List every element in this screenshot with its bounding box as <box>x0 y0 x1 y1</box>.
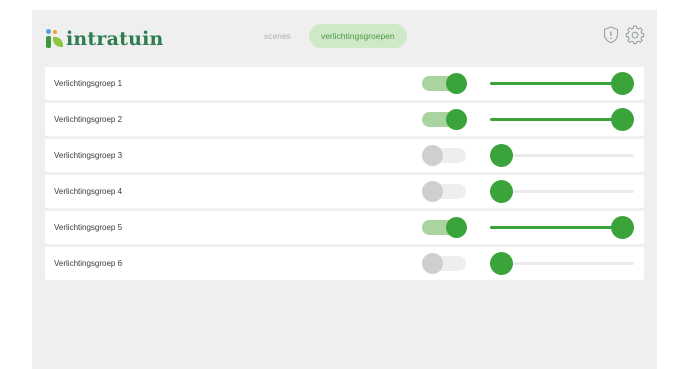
shield-alert-icon[interactable] <box>601 25 621 45</box>
group-row: Verlichtingsgroep 1 <box>45 67 644 100</box>
header-actions <box>597 25 645 45</box>
tab-verlichtingsgroepen[interactable]: verlichtingsgroepen <box>308 24 407 48</box>
brightness-slider[interactable] <box>490 180 636 203</box>
header: intratuin scenes verlichtingsgroepen <box>32 10 657 62</box>
group-label: Verlichtingsgroep 4 <box>54 187 123 196</box>
slider-thumb[interactable] <box>490 252 513 275</box>
group-toggle[interactable] <box>420 73 468 94</box>
toggle-knob <box>446 109 467 130</box>
toggle-knob <box>422 253 443 274</box>
group-row: Verlichtingsgroep 6 <box>45 247 644 280</box>
brightness-slider[interactable] <box>490 144 636 167</box>
logo-text: intratuin <box>66 28 164 50</box>
toggle-knob <box>422 181 443 202</box>
toggle-knob <box>446 217 467 238</box>
slider-thumb[interactable] <box>611 216 634 239</box>
brightness-slider[interactable] <box>490 72 636 95</box>
brightness-slider[interactable] <box>490 216 636 239</box>
group-label: Verlichtingsgroep 6 <box>54 259 123 268</box>
toggle-knob <box>422 145 443 166</box>
group-toggle[interactable] <box>420 145 468 166</box>
group-row: Verlichtingsgroep 2 <box>45 103 644 136</box>
brightness-slider[interactable] <box>490 108 636 131</box>
app-screen: intratuin scenes verlichtingsgroepen Ver… <box>32 10 657 369</box>
group-toggle[interactable] <box>420 181 468 202</box>
slider-thumb[interactable] <box>490 144 513 167</box>
logo: intratuin <box>44 27 164 51</box>
group-label: Verlichtingsgroep 1 <box>54 79 123 88</box>
group-label: Verlichtingsgroep 5 <box>54 223 123 232</box>
group-label: Verlichtingsgroep 2 <box>54 115 123 124</box>
tab-bar: scenes verlichtingsgroepen <box>252 24 407 48</box>
group-list: Verlichtingsgroep 1 Verlichtingsgroep 2 Ve… <box>45 67 644 283</box>
logo-mark-icon <box>44 27 66 51</box>
gear-icon[interactable] <box>625 25 645 45</box>
slider-thumb[interactable] <box>611 72 634 95</box>
slider-thumb[interactable] <box>490 180 513 203</box>
slider-thumb[interactable] <box>611 108 634 131</box>
slider-fill <box>490 82 623 85</box>
slider-fill <box>490 118 623 121</box>
group-row: Verlichtingsgroep 3 <box>45 139 644 172</box>
group-toggle[interactable] <box>420 217 468 238</box>
tab-scenes[interactable]: scenes <box>252 24 303 48</box>
brightness-slider[interactable] <box>490 252 636 275</box>
group-toggle[interactable] <box>420 253 468 274</box>
toggle-knob <box>446 73 467 94</box>
slider-fill <box>490 226 623 229</box>
group-row: Verlichtingsgroep 4 <box>45 175 644 208</box>
group-row: Verlichtingsgroep 5 <box>45 211 644 244</box>
group-toggle[interactable] <box>420 109 468 130</box>
group-label: Verlichtingsgroep 3 <box>54 151 123 160</box>
